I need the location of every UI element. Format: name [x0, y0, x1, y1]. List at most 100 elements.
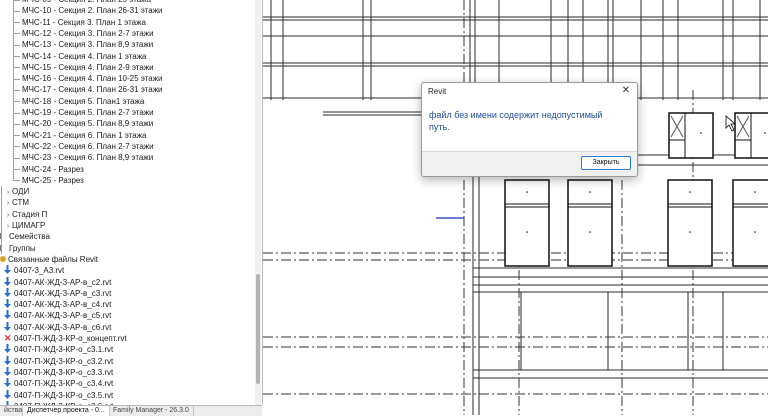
link-arrow-icon: [4, 265, 11, 275]
link-arrow-icon: [4, 355, 11, 365]
sheet-item[interactable]: МЧС-13 - Секция 3. План 8,9 этажи: [22, 39, 153, 50]
tree-connector: [14, 157, 20, 159]
browser-node-label: Группы: [9, 243, 36, 253]
browser-tabs: йства Диспетчер проекта - 0... Family Ma…: [0, 405, 262, 416]
drawing-canvas[interactable]: [263, 0, 768, 415]
sheet-item[interactable]: МЧС-09 - Секция 2. План 25 этажа: [22, 0, 151, 5]
sheet-group[interactable]: › Стадия П: [4, 209, 47, 220]
link-arrow-icon: [4, 321, 11, 331]
tree-connector: [14, 33, 20, 35]
linked-file-item[interactable]: 0407-П-ЖД-3-КР-о_с3.2.rvt: [4, 355, 114, 367]
tree-connector: [14, 44, 20, 46]
browser-node[interactable]: Группы: [0, 243, 36, 254]
sheet-item-label: МЧС-13 - Секция 3. План 8,9 этажи: [22, 40, 154, 50]
project-browser-scrollbar[interactable]: [255, 0, 261, 405]
linked-file-item[interactable]: 0407-П-ЖД-3-КР-о_с3.5.rvt: [4, 389, 114, 401]
sheet-item[interactable]: МЧС-19 - Секция 5. План 2-7 этажи: [22, 107, 154, 118]
tree-connector: [14, 180, 20, 182]
link-arrow-icon: [4, 276, 11, 286]
sheet-item-label: МЧС-23 - Секция 6. План 8,9 этажи: [22, 153, 154, 163]
sheet-item[interactable]: МЧС-12 - Секция 3. План 2-7 этажи: [22, 28, 154, 39]
tree-connector: [14, 67, 20, 69]
sheet-item-label: МЧС-15 - Секция 4. План 2-9 этажи: [22, 62, 154, 72]
sheet-group[interactable]: › СТМ: [4, 197, 29, 208]
linked-file-item-label: 0407-П-ЖД-3-КР-о_с3.2.rvt: [14, 356, 114, 366]
linked-file-item[interactable]: 0407-АК-ЖД-3-АР-в_с5.rvt: [4, 310, 111, 321]
sheet-item-label: МЧС-18 - Секция 5. План1 этажа: [22, 96, 145, 106]
linked-file-item[interactable]: ✕ 0407-П-ЖД-3-КР-о_концепт.rvt: [4, 333, 127, 344]
sheet-item-label: МЧС-24 - Разрез: [22, 164, 84, 174]
sheet-item[interactable]: МЧС-20 - Секция 5. План 8,9 этажи: [22, 118, 153, 129]
sheet-item[interactable]: МЧС-22 - Секция 6. План 2-7 этажи: [22, 141, 154, 152]
sheet-group-label: СТМ: [12, 198, 30, 208]
tree-connector: [14, 89, 20, 91]
sheet-item-label: МЧС-11 - Секция 3. План 1 этажа: [22, 17, 146, 27]
linked-file-item-label: 0407-АК-ЖД-3-АР-в_с6.rvt: [14, 322, 112, 332]
linked-file-item[interactable]: 0407-АК-ЖД-3-АР-в_с4.rvt: [4, 299, 111, 310]
dialog-footer: Закрыть: [422, 151, 637, 176]
linked-file-item-label: 0407-АК-ЖД-3-АР-в_с4.rvt: [14, 300, 112, 310]
linked-file-item-label: 0407-П-ЖД-3-КР-о_концепт.rvt: [14, 334, 127, 343]
link-arrow-icon: [4, 287, 11, 297]
linked-file-item-label: 0407-П-ЖД-3-КР-о_с3.5.rvt: [14, 390, 114, 400]
sheet-item[interactable]: МЧС-24 - Разрез: [22, 164, 84, 175]
sheet-item-label: МЧС-19 - Секция 5. План 2-7 этажи: [22, 108, 154, 117]
link-arrow-icon: [4, 310, 11, 320]
linked-file-item[interactable]: 0407-3_А3.rvt: [4, 265, 64, 276]
linked-file-item[interactable]: 0407-П-ЖД-3-КР-о_с3.3.rvt: [4, 366, 114, 378]
linked-file-item-label: 0407-П-ЖД-3-КР-о_с3.3.rvt: [14, 367, 114, 377]
sheet-item-label: МЧС-17 - Секция 4. План 26-31 этажи: [22, 85, 163, 95]
project-browser: МЧС-09 - Секция 2. План 25 этажа МЧС-10 -…: [0, 0, 263, 405]
sheet-group-label: ЦИМАГР: [12, 221, 46, 230]
link-arrow-icon: [4, 299, 11, 309]
sheet-item[interactable]: МЧС-18 - Секция 5. План1 этажа: [22, 96, 144, 107]
sheet-item[interactable]: МЧС-11 - Секция 3. План 1 этажа: [22, 17, 146, 28]
sheet-item-label: МЧС-10 - Секция 2. План 26-31 этажи: [22, 6, 163, 16]
tree-connector: [14, 78, 20, 80]
linked-file-item-label: 0407-П-ЖД-3-КР-о_с3.4.rvt: [14, 379, 114, 389]
sheet-item-label: МЧС-12 - Секция 3. План 2-7 этажи: [22, 28, 154, 38]
link-arrow-icon: [4, 366, 11, 376]
close-icon[interactable]: ✕: [620, 85, 632, 97]
linked-file-item[interactable]: 0407-АК-ЖД-3-АР-в_с6.rvt: [4, 321, 112, 333]
sheet-item[interactable]: МЧС-17 - Секция 4. План 26-31 этажи: [22, 84, 163, 95]
link-arrow-icon: [4, 378, 11, 388]
tree-connector: [14, 123, 20, 125]
sheet-item-label: МЧС-09 - Секция 2. План 25 этажа: [22, 0, 151, 4]
sheet-item-label: МЧС-16 - Секция 4. План 10-25 этажи: [22, 74, 163, 84]
scrollbar-thumb[interactable]: [256, 274, 260, 384]
sheet-item[interactable]: МЧС-21 - Секция 6. План 1 этажа: [22, 130, 147, 141]
tree-connector: [14, 10, 20, 12]
sheet-group[interactable]: › ОДИ: [4, 186, 29, 197]
tree-connector: [14, 135, 20, 137]
expanded-node-icon: [0, 255, 6, 262]
linked-file-item[interactable]: 0407-АК-ЖД-3-АР-в_с3.rvt: [4, 287, 112, 299]
error-dialog: Revit ✕ файл без имени содержит недопуст…: [421, 82, 638, 177]
sheet-item[interactable]: МЧС-10 - Секция 2. План 26-31 этажи: [22, 5, 163, 16]
sheet-item[interactable]: МЧС-25 - Разрез: [22, 175, 84, 186]
close-button[interactable]: Закрыть: [581, 156, 631, 170]
sheet-group[interactable]: › ЦИМАГР: [4, 220, 46, 231]
linked-file-item[interactable]: 0407-П-ЖД-3-КР-о_с3.1.rvt: [4, 344, 113, 355]
browser-node-label: Семейства: [9, 232, 50, 242]
linked-file-item-label: 0407-3_А3.rvt: [14, 266, 65, 276]
sheet-group-label: ОДИ: [12, 187, 30, 197]
drawing-lines: [263, 0, 768, 415]
sheet-item[interactable]: МЧС-23 - Секция 6. План 8,9 этажи: [22, 152, 153, 163]
tree-connector: [14, 112, 20, 114]
sheet-item[interactable]: МЧС-14 - Секция 4. План 1 этажа: [22, 51, 147, 62]
browser-node[interactable]: Связанные файлы Revit: [0, 254, 98, 265]
linked-file-item[interactable]: 0407-П-ЖД-3-КР-о_с3.4.rvt: [4, 378, 113, 389]
sheet-item-label: МЧС-22 - Секция 6. План 2-7 этажи: [22, 141, 154, 151]
linked-file-item[interactable]: 0407-АК-ЖД-3-АР-в_с2.rvt: [4, 276, 111, 288]
sheet-item[interactable]: МЧС-16 - Секция 4. План 10-25 этажи: [22, 73, 163, 84]
browser-node-label: Связанные файлы Revit: [8, 254, 99, 264]
sheet-item[interactable]: МЧС-15 - Секция 4. План 2-9 этажи: [22, 62, 154, 73]
tree-connector: [14, 169, 20, 170]
sheet-group-label: Стадия П: [12, 209, 48, 219]
link-arrow-icon: [4, 344, 11, 354]
sheet-item-label: МЧС-21 - Секция 6. План 1 этажа: [22, 130, 147, 140]
browser-node[interactable]: Семейства: [0, 231, 50, 242]
linked-file-item-label: 0407-АК-ЖД-3-АР-в_с3.rvt: [14, 288, 112, 298]
sheet-item-label: МЧС-25 - Разрез: [22, 175, 84, 185]
